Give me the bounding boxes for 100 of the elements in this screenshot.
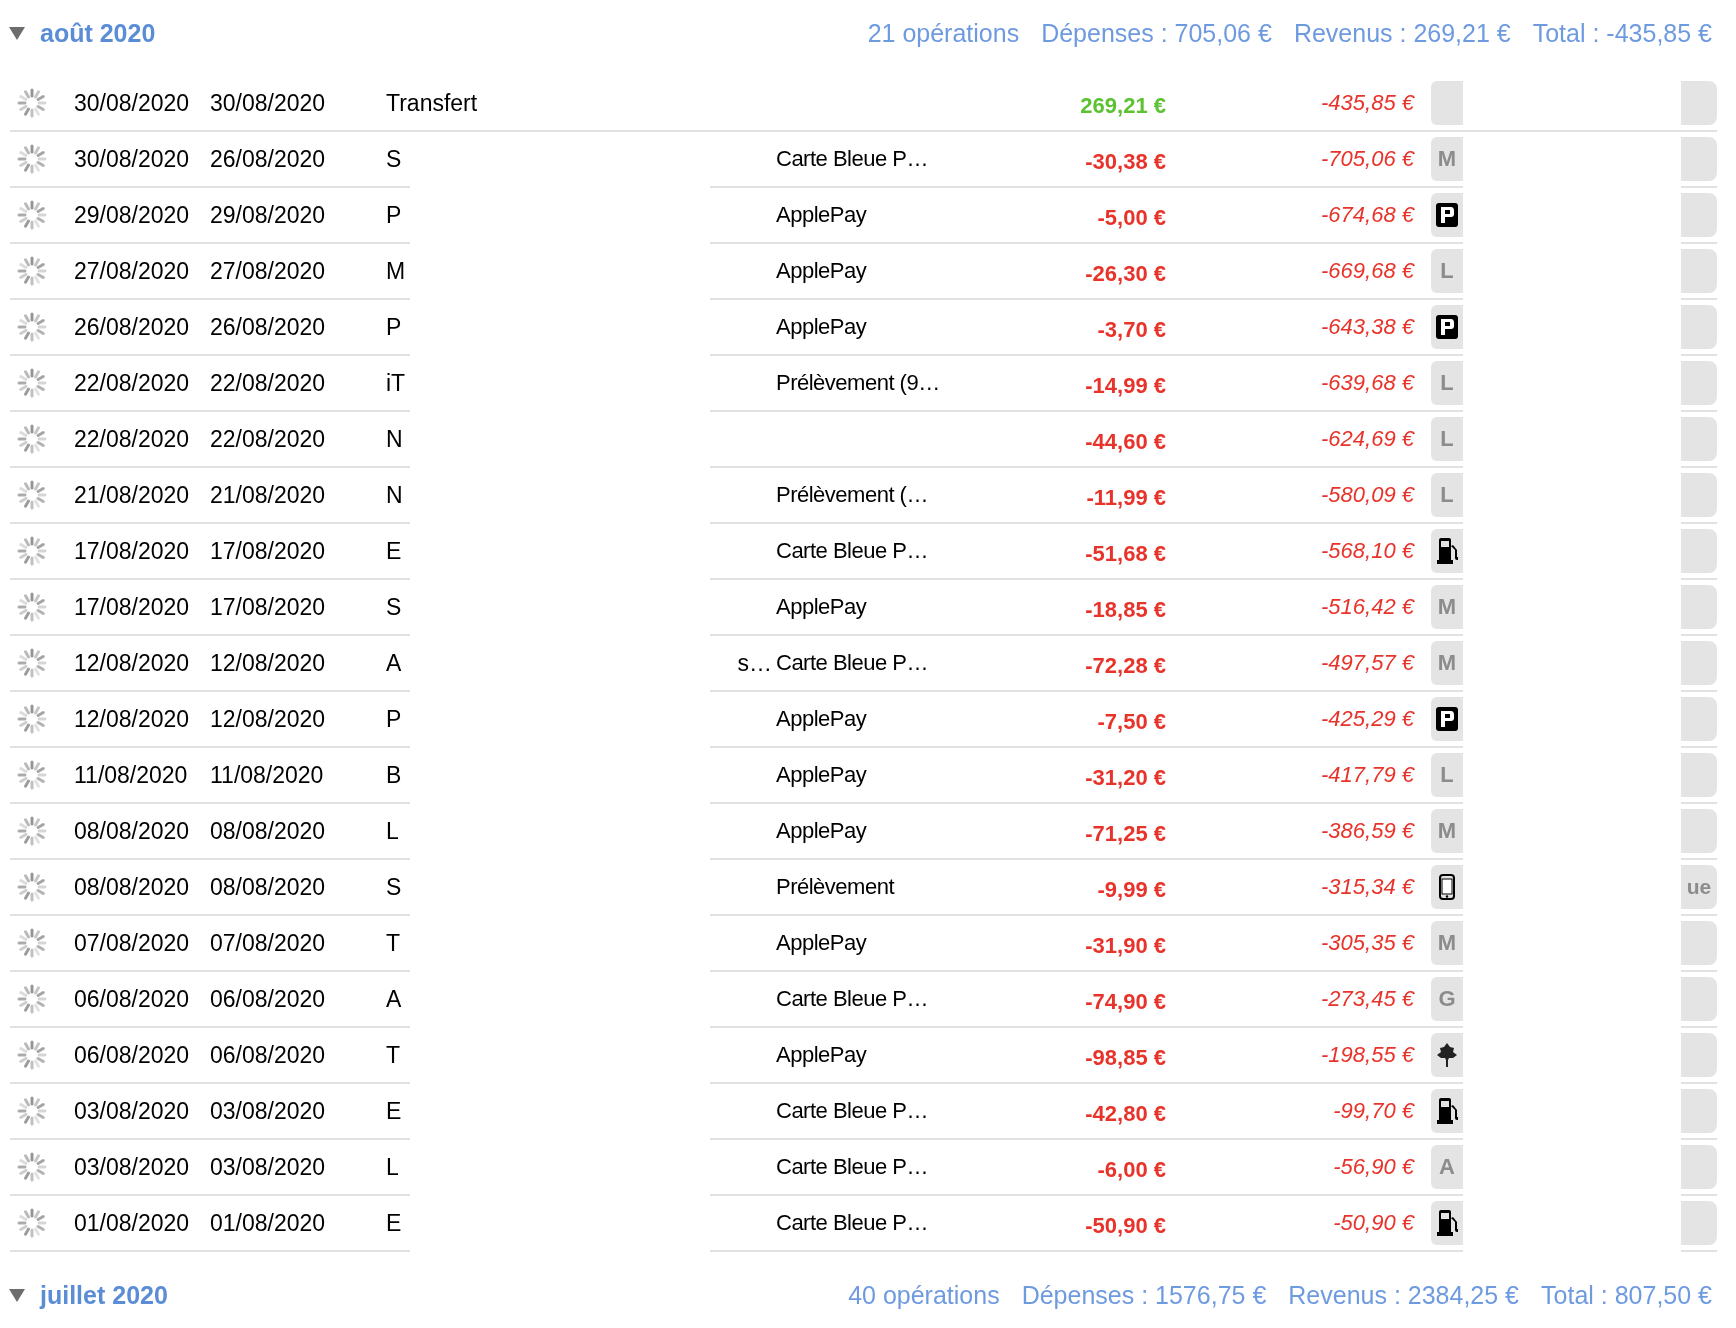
date-cell: 22/08/2020: [74, 369, 190, 397]
spinner-icon: [16, 199, 48, 231]
summary-text: Revenus : 269,21 €: [1293, 18, 1511, 48]
payee-cell: L: [386, 1153, 399, 1181]
date-cell: 17/08/2020: [74, 537, 190, 565]
tag-chip[interactable]: [1681, 305, 1717, 349]
summary-text: Dépenses : 705,06 €: [1041, 18, 1272, 48]
spinner-icon: [16, 983, 48, 1015]
group-title: août 2020: [40, 18, 156, 48]
date-cell: 26/08/2020: [74, 313, 190, 341]
tag-chip[interactable]: [1681, 361, 1717, 405]
category-tag[interactable]: M: [1431, 809, 1463, 853]
balance-cell: -273,45 €: [1321, 986, 1414, 1012]
value-date-cell: 03/08/2020: [210, 1097, 326, 1125]
balance-cell: -198,55 €: [1321, 1042, 1414, 1068]
parking-icon: [1436, 707, 1458, 731]
category-tag[interactable]: L: [1431, 473, 1463, 517]
disclosure-triangle-icon[interactable]: [8, 1287, 26, 1303]
tag-chip[interactable]: [1681, 137, 1717, 181]
tag-chip[interactable]: [1681, 249, 1717, 293]
fuel-pump-icon: [1436, 1210, 1458, 1236]
tag-chip[interactable]: [1681, 809, 1717, 853]
tag-chip[interactable]: [1681, 585, 1717, 629]
category-tag[interactable]: L: [1431, 249, 1463, 293]
value-date-cell: 17/08/2020: [210, 537, 326, 565]
payee-cell: Transfert: [386, 89, 478, 117]
value-date-cell: 27/08/2020: [210, 257, 326, 285]
category-tag[interactable]: [1431, 865, 1463, 909]
tag-chip[interactable]: [1681, 193, 1717, 237]
category-tag[interactable]: L: [1431, 753, 1463, 797]
tag-chip[interactable]: ue: [1681, 865, 1717, 909]
category-tag[interactable]: [1431, 305, 1463, 349]
value-date-cell: 11/08/2020: [210, 761, 324, 789]
payment-mode-cell: Carte Bleue P…: [776, 650, 928, 676]
category-tag[interactable]: L: [1431, 361, 1463, 405]
group-title: juillet 2020: [40, 1280, 168, 1310]
summary-text: Dépenses : 1576,75 €: [1021, 1280, 1267, 1310]
balance-cell: -705,06 €: [1321, 146, 1414, 172]
date-cell: 12/08/2020: [74, 649, 190, 677]
value-date-cell: 30/08/2020: [210, 89, 326, 117]
spinner-icon: [16, 871, 48, 903]
tag-chip[interactable]: [1681, 417, 1717, 461]
category-tag[interactable]: [1431, 1201, 1463, 1245]
payee-cell: M: [386, 257, 406, 285]
category-tag[interactable]: [1431, 193, 1463, 237]
category-tag[interactable]: A: [1431, 1145, 1463, 1189]
amount-cell: -74,90 €: [1085, 989, 1166, 1015]
payee-cell: P: [386, 705, 402, 733]
value-date-cell: 06/08/2020: [210, 1041, 326, 1069]
date-cell: 01/08/2020: [74, 1209, 190, 1237]
category-tag[interactable]: M: [1431, 585, 1463, 629]
balance-cell: -417,79 €: [1321, 762, 1414, 788]
amount-cell: -98,85 €: [1085, 1045, 1166, 1071]
tag-chip[interactable]: [1681, 529, 1717, 573]
date-cell: 06/08/2020: [74, 985, 190, 1013]
payee-cell: S: [386, 145, 402, 173]
tag-chip[interactable]: [1681, 473, 1717, 517]
tag-chip[interactable]: [1681, 1089, 1717, 1133]
category-tag[interactable]: M: [1431, 641, 1463, 685]
category-tag[interactable]: [1431, 529, 1463, 573]
amount-cell: -9,99 €: [1097, 877, 1166, 903]
tag-chip[interactable]: [1681, 921, 1717, 965]
category-tag[interactable]: M: [1431, 921, 1463, 965]
amount-cell: -42,80 €: [1085, 1101, 1166, 1127]
spinner-icon: [16, 591, 48, 623]
payee-cell: N: [386, 481, 403, 509]
tag-chip[interactable]: [1681, 1145, 1717, 1189]
balance-cell: -669,68 €: [1321, 258, 1414, 284]
summary-text: Total : -435,85 €: [1532, 18, 1712, 48]
date-cell: 03/08/2020: [74, 1097, 190, 1125]
value-date-cell: 06/08/2020: [210, 985, 326, 1013]
disclosure-triangle-icon[interactable]: [8, 25, 26, 41]
amount-cell: 269,21 €: [1080, 93, 1166, 119]
balance-cell: -674,68 €: [1321, 202, 1414, 228]
payment-mode-cell: ApplePay: [776, 258, 867, 284]
tag-chip[interactable]: [1681, 697, 1717, 741]
category-tag[interactable]: [1431, 1089, 1463, 1133]
category-tag[interactable]: [1431, 697, 1463, 741]
tag-chip[interactable]: [1681, 641, 1717, 685]
spinner-icon: [16, 479, 48, 511]
tree-icon: [1436, 1042, 1458, 1068]
spinner-icon: [16, 87, 48, 119]
date-cell: 11/08/2020: [74, 761, 188, 789]
tag-chip[interactable]: [1681, 1201, 1717, 1245]
spinner-icon: [16, 535, 48, 567]
category-tag[interactable]: G: [1431, 977, 1463, 1021]
category-tag[interactable]: L: [1431, 417, 1463, 461]
tag-chip[interactable]: [1681, 1033, 1717, 1077]
payee-cell: T: [386, 929, 401, 957]
payment-mode-cell: Carte Bleue P…: [776, 1098, 928, 1124]
tag-chip[interactable]: [1681, 81, 1717, 125]
category-tag[interactable]: [1431, 1033, 1463, 1077]
balance-cell: -315,34 €: [1321, 874, 1414, 900]
balance-cell: -425,29 €: [1321, 706, 1414, 732]
category-tag[interactable]: M: [1431, 137, 1463, 181]
tag-chip[interactable]: [1681, 977, 1717, 1021]
balance-cell: -516,42 €: [1321, 594, 1414, 620]
value-date-cell: 08/08/2020: [210, 817, 326, 845]
amount-cell: -51,68 €: [1085, 541, 1166, 567]
tag-chip[interactable]: [1681, 753, 1717, 797]
